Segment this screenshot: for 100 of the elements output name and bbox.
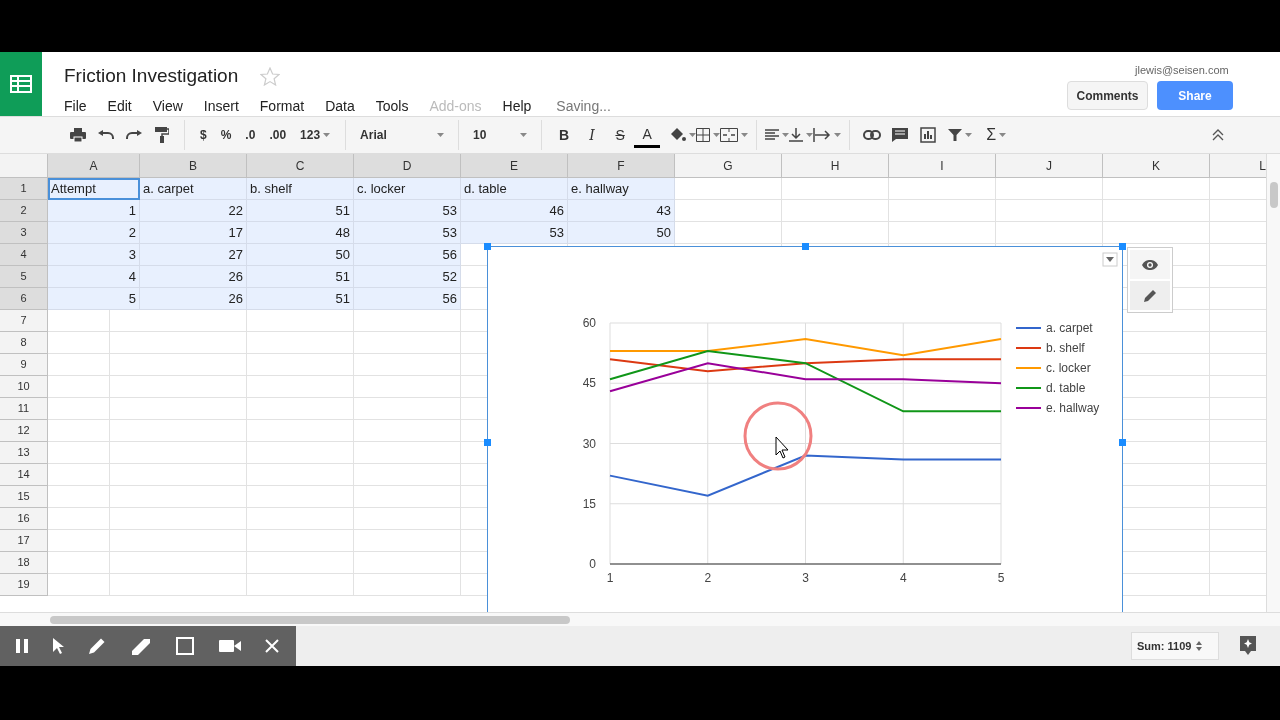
print-icon[interactable] xyxy=(70,128,86,142)
row-header[interactable]: 5 xyxy=(0,266,48,288)
chart-menu-button[interactable] xyxy=(1102,252,1118,267)
menu-item[interactable]: Edit xyxy=(107,95,132,117)
table-cell[interactable]: 26 xyxy=(140,288,247,310)
table-cell[interactable]: 22 xyxy=(140,200,247,222)
merge-cells-icon[interactable] xyxy=(720,128,739,142)
font-dropdown[interactable]: Arial xyxy=(354,122,451,148)
table-cell[interactable]: 5 xyxy=(48,288,140,310)
row-header[interactable]: 10 xyxy=(0,376,48,398)
table-cell[interactable]: e. hallway xyxy=(568,178,675,200)
table-cell[interactable]: 53 xyxy=(354,222,461,244)
table-cell[interactable]: 3 xyxy=(48,244,140,266)
table-cell[interactable]: a. carpet xyxy=(140,178,247,200)
row-header[interactable]: 12 xyxy=(0,420,48,442)
resize-handle[interactable] xyxy=(484,439,491,446)
filter-icon[interactable] xyxy=(948,128,963,142)
row-header[interactable]: 18 xyxy=(0,552,48,574)
table-cell[interactable]: Attempt xyxy=(48,178,140,200)
redo-icon[interactable] xyxy=(126,130,142,140)
table-cell[interactable]: 43 xyxy=(568,200,675,222)
star-icon[interactable] xyxy=(260,66,281,86)
row-header[interactable]: 6 xyxy=(0,288,48,310)
column-header[interactable]: A xyxy=(48,154,140,178)
preview-button[interactable] xyxy=(1130,250,1170,279)
column-header[interactable]: H xyxy=(782,154,889,178)
insert-chart-icon[interactable] xyxy=(920,127,937,143)
paint-roller-icon[interactable] xyxy=(155,127,169,143)
menu-item[interactable]: Tools xyxy=(375,95,409,117)
format-button[interactable]: $ xyxy=(193,122,214,148)
table-cell[interactable]: 50 xyxy=(247,244,354,266)
column-header[interactable]: J xyxy=(996,154,1103,178)
undo-icon[interactable] xyxy=(98,130,114,140)
table-cell[interactable]: 53 xyxy=(354,200,461,222)
menu-item[interactable]: Insert xyxy=(203,95,239,117)
video-camera-icon[interactable] xyxy=(217,638,242,654)
row-header[interactable]: 9 xyxy=(0,354,48,376)
square-icon[interactable] xyxy=(174,636,195,656)
table-cell[interactable]: 52 xyxy=(354,266,461,288)
text-wrap-icon[interactable] xyxy=(813,128,832,142)
functions-button[interactable]: Σ xyxy=(978,122,1015,148)
table-cell[interactable]: c. locker xyxy=(354,178,461,200)
table-cell[interactable]: b. shelf xyxy=(247,178,354,200)
row-header[interactable]: 19 xyxy=(0,574,48,596)
row-header[interactable]: 15 xyxy=(0,486,48,508)
sheets-logo[interactable] xyxy=(0,52,42,116)
menu-item[interactable]: File xyxy=(64,95,87,117)
italic-button[interactable]: I xyxy=(578,122,607,148)
table-cell[interactable]: 48 xyxy=(247,222,354,244)
document-title[interactable]: Friction Investigation xyxy=(64,62,239,91)
table-cell[interactable]: 4 xyxy=(48,266,140,288)
resize-handle[interactable] xyxy=(1119,243,1126,250)
row-header[interactable]: 4 xyxy=(0,244,48,266)
column-header[interactable]: D xyxy=(354,154,461,178)
table-cell[interactable]: 56 xyxy=(354,244,461,266)
table-cell[interactable]: 56 xyxy=(354,288,461,310)
text-color-button[interactable]: A xyxy=(634,122,661,148)
table-cell[interactable]: 1 xyxy=(48,200,140,222)
menu-item[interactable]: Help xyxy=(502,95,532,117)
resize-handle[interactable] xyxy=(1119,439,1126,446)
resize-handle[interactable] xyxy=(484,243,491,250)
borders-icon[interactable] xyxy=(696,128,711,142)
column-header[interactable]: B xyxy=(140,154,247,178)
format-button[interactable]: .0 xyxy=(238,122,263,148)
row-header[interactable]: 13 xyxy=(0,442,48,464)
table-cell[interactable]: 17 xyxy=(140,222,247,244)
column-header[interactable]: E xyxy=(461,154,568,178)
row-header[interactable]: 14 xyxy=(0,464,48,486)
column-header[interactable]: L xyxy=(1210,154,1266,178)
comment-icon[interactable] xyxy=(892,128,909,142)
column-header[interactable]: K xyxy=(1103,154,1210,178)
eraser-icon[interactable] xyxy=(129,636,152,656)
bold-button[interactable]: B xyxy=(550,122,579,148)
table-cell[interactable]: 53 xyxy=(461,222,568,244)
link-icon[interactable] xyxy=(863,130,882,140)
align-left-icon[interactable] xyxy=(765,129,780,141)
column-header[interactable]: I xyxy=(889,154,996,178)
pointer-icon[interactable] xyxy=(52,637,65,655)
table-cell[interactable]: 2 xyxy=(48,222,140,244)
row-header[interactable]: 16 xyxy=(0,508,48,530)
vertical-scrollbar[interactable] xyxy=(1266,154,1280,612)
edit-chart-button[interactable] xyxy=(1130,281,1170,310)
column-header[interactable]: G xyxy=(675,154,782,178)
format-button[interactable]: 123 xyxy=(293,122,338,148)
row-header[interactable]: 1 xyxy=(0,178,48,200)
menu-item[interactable]: Data xyxy=(325,95,355,117)
format-button[interactable]: .00 xyxy=(262,122,294,148)
font-size-dropdown[interactable]: 10 xyxy=(467,122,534,148)
table-cell[interactable]: 50 xyxy=(568,222,675,244)
table-cell[interactable]: 27 xyxy=(140,244,247,266)
row-header[interactable]: 7 xyxy=(0,310,48,332)
row-header[interactable]: 3 xyxy=(0,222,48,244)
column-header[interactable]: F xyxy=(568,154,675,178)
sum-selector[interactable]: Sum: 1109 xyxy=(1131,632,1219,660)
resize-handle[interactable] xyxy=(802,243,809,250)
row-header[interactable]: 2 xyxy=(0,200,48,222)
horizontal-scrollbar-thumb[interactable] xyxy=(50,616,570,624)
format-button[interactable]: % xyxy=(213,122,239,148)
row-header[interactable]: 11 xyxy=(0,398,48,420)
column-header[interactable]: C xyxy=(247,154,354,178)
